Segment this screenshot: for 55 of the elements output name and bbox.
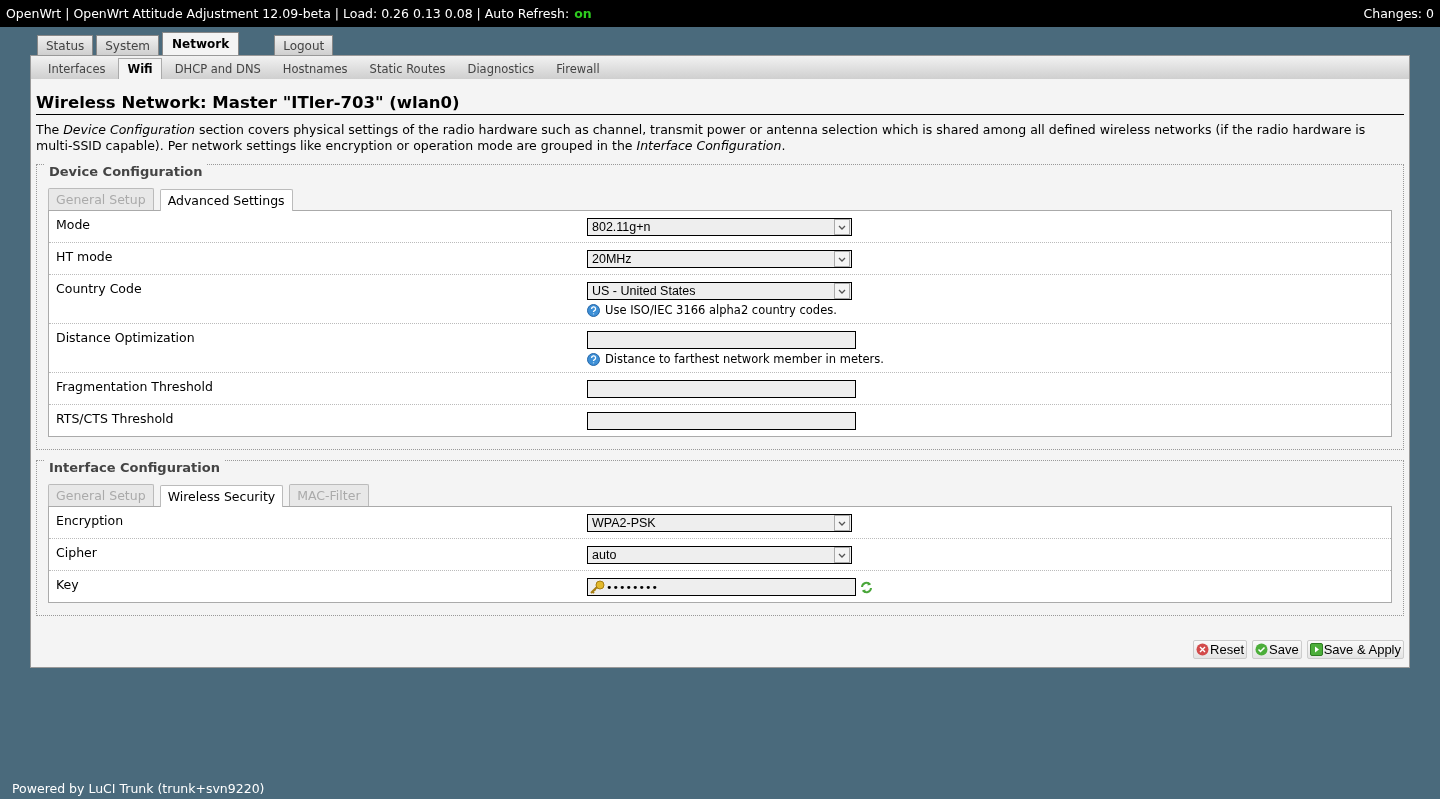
input-field[interactable] [587, 331, 856, 349]
sub-tab[interactable]: Interfaces [39, 58, 115, 79]
footer-text: Powered by LuCI Trunk (trunk+svn9220) [11, 781, 266, 798]
page-title: Wireless Network: Master "ITler-703" (wlan0) [36, 93, 1404, 115]
nav-tab[interactable]: Network [162, 32, 240, 55]
field-label: Distance Optimization [56, 330, 196, 347]
play-icon [1309, 643, 1323, 656]
sub-tab[interactable]: Wifi [118, 58, 162, 79]
input-field[interactable] [587, 412, 856, 430]
sub-tab[interactable]: Hostnames [273, 58, 357, 79]
dropdown[interactable]: US - United States [587, 282, 852, 300]
section-legend: Device Configuration [45, 164, 207, 179]
field-hint: Distance to farthest network member in meters. [605, 352, 884, 366]
reset-button[interactable]: Reset [1193, 640, 1248, 659]
field-label: Country Code [56, 281, 143, 298]
refresh-icon[interactable] [860, 580, 873, 594]
field-label: Key [56, 577, 80, 594]
description: The Device Configuration section covers physical settings of the radio hardware such as channel, transmit power or antenna selection which is shared among all defined wireless networks (if the radio hardware is multi-SSID capable). Per network settings like encryption or operation mode are grouped in the Interface Configuration. [36, 122, 1367, 154]
field-label: Encryption [56, 513, 125, 530]
check-icon [1255, 643, 1269, 656]
nav-tab[interactable]: Status [37, 35, 94, 55]
help-icon [587, 303, 600, 317]
section-legend: Interface Configuration [45, 460, 224, 475]
field-label: HT mode [56, 249, 114, 266]
sub-tab[interactable]: Firewall [547, 58, 609, 79]
caret-icon [838, 224, 846, 230]
changes-counter: Changes: 0 [1363, 6, 1434, 21]
field-label: RTS/CTS Threshold [56, 411, 175, 428]
sub-tab[interactable]: DHCP and DNS [165, 58, 270, 79]
section-tab[interactable]: Advanced Settings [159, 189, 293, 211]
caret-icon [838, 552, 846, 558]
password-field[interactable]: •••••••• [587, 578, 856, 596]
apply-button[interactable]: Save & Apply [1306, 640, 1404, 659]
save-button[interactable]: Save [1252, 640, 1302, 659]
field-label: Mode [56, 217, 92, 234]
caret-icon [838, 256, 846, 262]
dropdown[interactable]: 20MHz [587, 250, 852, 268]
header-title: OpenWrt | OpenWrt Attitude Adjustment 12.09-beta | Load: 0.26 0.13 0.08 | Auto Refresh: on [6, 6, 592, 21]
key-icon [589, 580, 605, 594]
logout-tab[interactable]: Logout [274, 35, 334, 55]
dropdown[interactable]: WPA2-PSK [587, 514, 852, 532]
sub-tab[interactable]: Diagnostics [458, 58, 544, 79]
close-icon [1196, 643, 1210, 656]
input-field[interactable] [587, 380, 856, 398]
field-hint: Use ISO/IEC 3166 alpha2 country codes. [605, 303, 837, 317]
dropdown[interactable]: 802.11g+n [587, 218, 852, 236]
section-tab[interactable]: Wireless Security [159, 485, 284, 507]
field-label: Fragmentation Threshold [56, 379, 214, 396]
sub-tab[interactable]: Static Routes [360, 58, 455, 79]
field-label: Cipher [56, 545, 98, 562]
caret-icon [838, 288, 846, 294]
dropdown[interactable]: auto [587, 546, 852, 564]
caret-icon [838, 520, 846, 526]
nav-tab[interactable]: System [96, 35, 159, 55]
help-icon [587, 352, 600, 366]
